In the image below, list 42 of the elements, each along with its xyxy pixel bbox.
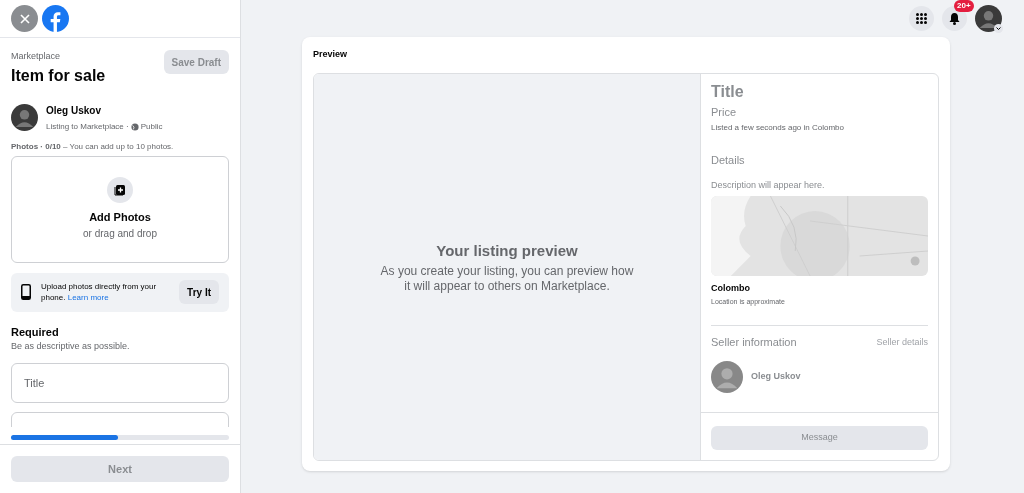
preview-heading: Preview <box>313 48 349 61</box>
globe-icon <box>130 122 139 131</box>
details-heading: Details <box>711 153 746 168</box>
page-title: Item for sale <box>11 65 106 86</box>
account-avatar[interactable] <box>975 5 1002 32</box>
preview-placeholder-text: As you create your listing, you can preview how it will appear to others on Marketplace. <box>379 264 635 294</box>
seller-heading: Seller information <box>711 335 797 350</box>
seller-avatar <box>711 360 743 393</box>
input-field[interactable]: Title <box>11 362 229 403</box>
preview-placeholder-title: Your listing preview <box>436 240 578 261</box>
add-photos-subtitle: or drag and drop <box>83 226 157 241</box>
breadcrumb: Marketplace <box>11 50 62 63</box>
seller-name: Oleg Uskov <box>751 369 801 383</box>
add-photos-area[interactable]: Add Photos or drag and drop <box>11 155 229 263</box>
caret-icon[interactable] <box>994 24 1003 33</box>
close-icon <box>18 12 31 25</box>
listing-title: Title <box>711 81 745 102</box>
seller-details-link[interactable]: Seller details <box>876 335 928 349</box>
required-hint: Be as descriptive as possible. <box>11 340 131 353</box>
notification-badge: 20+ <box>954 0 974 12</box>
description-text: Description will appear here. <box>711 178 826 192</box>
listing-audience-text: Listing to Marketplace · <box>46 120 129 133</box>
photos-hint: Photos · 0/10 – You can add up to 10 photos. <box>11 140 175 153</box>
logo-icon[interactable] <box>42 5 69 32</box>
avatar <box>11 104 38 131</box>
notifications-button[interactable] <box>942 6 967 31</box>
close-button[interactable] <box>11 5 38 32</box>
add-photos-title: Add Photos <box>89 210 151 226</box>
phone-icon <box>21 284 31 300</box>
learn-more-link[interactable]: Learn more <box>67 293 109 302</box>
listing-time: Listed a few seconds ago in Colombo <box>711 122 845 134</box>
phone-upload-text: Upload photos directly from your phone. Learn more <box>41 281 158 303</box>
required-heading: Required <box>11 324 60 340</box>
user-name: Oleg Uskov <box>46 103 103 118</box>
grid-icon <box>916 13 927 24</box>
location-name: Colombo <box>711 282 751 295</box>
try-it-button[interactable]: Try It <box>179 280 219 304</box>
privacy-label: Public <box>140 120 163 133</box>
listing-price: Price <box>711 104 738 120</box>
add-photo-icon <box>107 177 133 204</box>
bell-icon <box>949 12 960 25</box>
apps-menu-button[interactable] <box>909 6 934 31</box>
